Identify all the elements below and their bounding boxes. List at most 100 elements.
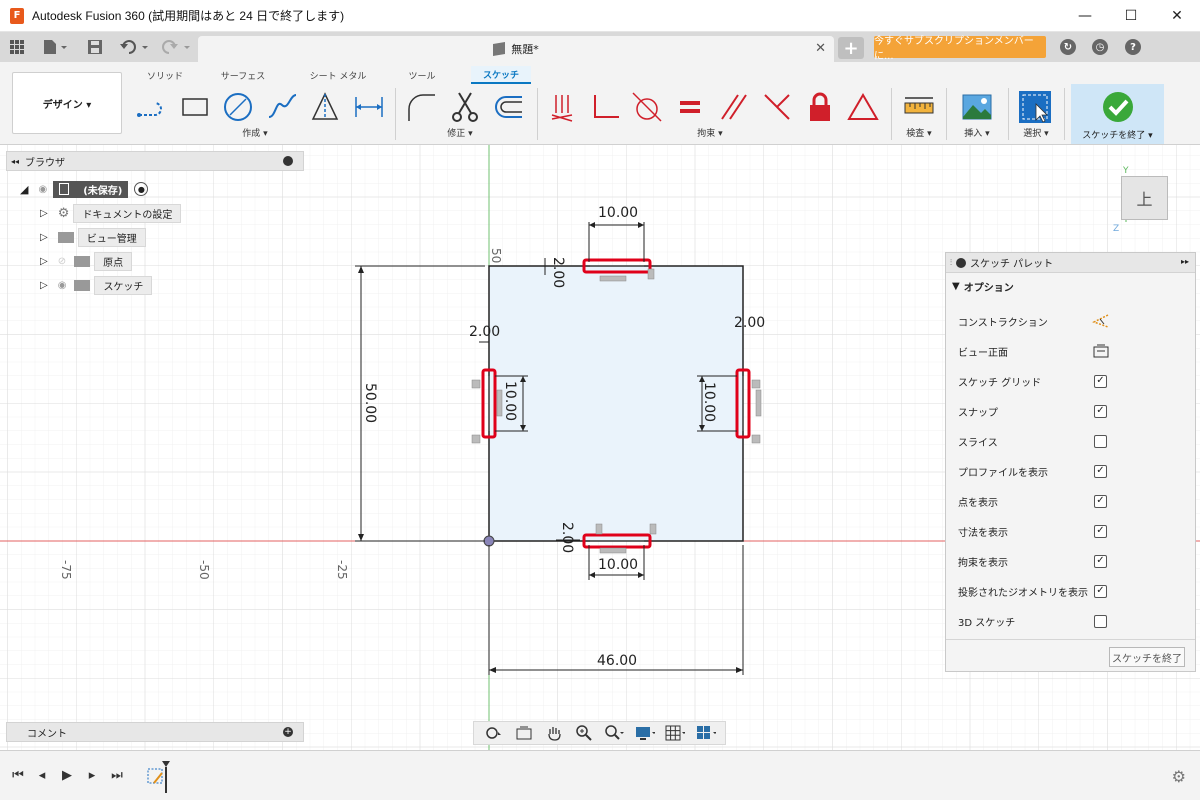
palette-row-show-profile[interactable]: プロファイルを表示 ✓ xyxy=(946,456,1195,486)
snap-checkbox[interactable]: ✓ xyxy=(1094,404,1107,418)
expand-triangle-icon[interactable]: ▷ xyxy=(40,208,48,219)
expand-triangle-icon[interactable]: ▷ xyxy=(40,232,48,243)
sketch-palette-header[interactable]: ⫶ スケッチ パレット ▸▸ xyxy=(946,253,1195,273)
add-comment-icon[interactable]: + xyxy=(283,727,293,737)
close-window-button[interactable]: ✕ xyxy=(1154,0,1200,32)
browser-item-origin[interactable]: ▷ ⊘ 原点 xyxy=(40,251,133,271)
modify-group-label[interactable]: 修正 ▾ xyxy=(435,126,485,139)
polygon-mirror-tool-icon[interactable] xyxy=(308,90,342,124)
palette-row-look-at[interactable]: ビュー正面 xyxy=(946,336,1195,366)
go-to-start-icon[interactable]: ⏮ xyxy=(10,766,26,784)
step-forward-icon[interactable]: ▸ xyxy=(84,766,100,784)
show-points-checkbox[interactable]: ✓ xyxy=(1094,494,1107,508)
section-toggle-icon[interactable]: ▼ xyxy=(952,281,960,292)
tangent-constraint-icon[interactable] xyxy=(630,90,664,124)
tab-surface[interactable]: サーフェス xyxy=(214,66,272,84)
fix-lock-icon[interactable] xyxy=(803,90,837,124)
look-at-icon[interactable] xyxy=(1092,343,1110,359)
root-component-chip[interactable]: (未保存) xyxy=(53,180,129,198)
rectangle-tool-icon[interactable] xyxy=(178,90,212,124)
step-back-icon[interactable]: ◂ xyxy=(34,766,50,784)
constraints-group-label[interactable]: 拘束 ▾ xyxy=(680,126,740,139)
visibility-eye-icon[interactable]: ◉ xyxy=(38,184,47,195)
insert-image-icon[interactable] xyxy=(960,90,994,124)
job-status-icon[interactable]: ↻ xyxy=(1060,39,1076,55)
palette-row-3d-sketch[interactable]: 3D スケッチ xyxy=(946,606,1195,636)
sketch-grid-checkbox[interactable]: ✓ xyxy=(1094,374,1107,388)
palette-minus-icon[interactable] xyxy=(956,257,966,268)
data-panel-grid-icon[interactable] xyxy=(8,38,26,56)
display-settings-icon[interactable] xyxy=(635,724,656,742)
show-profile-checkbox[interactable]: ✓ xyxy=(1094,464,1107,478)
options-section-header[interactable]: ▼ オプション xyxy=(946,273,1195,299)
save-icon[interactable] xyxy=(86,38,104,56)
subscribe-button[interactable]: 今すぐサブスクリプションメンバーに... xyxy=(874,36,1046,62)
maximize-button[interactable]: ☐ xyxy=(1108,0,1154,32)
equal-constraint-icon[interactable] xyxy=(673,90,707,124)
line-tool-icon[interactable] xyxy=(134,90,168,124)
finish-sketch-button[interactable]: スケッチを終了 ▾ xyxy=(1071,84,1164,144)
sketch-dimension-tool-icon[interactable] xyxy=(352,90,386,124)
palette-row-snap[interactable]: スナップ ✓ xyxy=(946,396,1195,426)
tab-tools[interactable]: ツール xyxy=(398,66,446,84)
trim-scissors-icon[interactable] xyxy=(448,90,482,124)
zoom-icon[interactable] xyxy=(574,724,594,742)
inspect-group-label[interactable]: 検査 ▾ xyxy=(898,126,940,139)
show-dimensions-checkbox[interactable]: ✓ xyxy=(1094,524,1107,538)
browser-item-sketches[interactable]: ▷ ◉ スケッチ xyxy=(40,275,153,295)
undo-icon[interactable] xyxy=(118,38,152,56)
go-to-end-icon[interactable]: ⏭ xyxy=(109,766,125,784)
browser-minus-icon[interactable] xyxy=(283,156,293,166)
hidden-eye-icon[interactable]: ⊘ xyxy=(58,256,66,267)
play-icon[interactable]: ▶ xyxy=(59,766,75,784)
circle-tool-icon[interactable] xyxy=(221,90,255,124)
expand-triangle-icon[interactable]: ▷ xyxy=(40,280,48,291)
timeline-sketch-feature-icon[interactable] xyxy=(144,759,174,793)
tab-close-button[interactable]: ✕ xyxy=(815,41,826,56)
grid-settings-icon[interactable] xyxy=(665,724,686,742)
viewports-icon[interactable] xyxy=(696,724,716,742)
palette-row-sketch-grid[interactable]: スケッチ グリッド ✓ xyxy=(946,366,1195,396)
select-tool-icon[interactable] xyxy=(1018,90,1052,124)
file-menu-icon[interactable] xyxy=(40,38,70,56)
palette-collapse-icon[interactable]: ⫶ xyxy=(950,258,952,268)
orbit-icon[interactable] xyxy=(483,724,503,742)
timeline-settings-gear-icon[interactable]: ⚙ xyxy=(1172,767,1186,786)
palette-row-show-projected[interactable]: 投影されたジオメトリを表示 ✓ xyxy=(946,576,1195,606)
slice-checkbox[interactable] xyxy=(1094,434,1107,448)
new-tab-button[interactable]: + xyxy=(838,37,864,59)
palette-row-show-points[interactable]: 点を表示 ✓ xyxy=(946,486,1195,516)
document-tab[interactable]: 無題* ✕ xyxy=(198,36,834,62)
palette-finish-sketch-button[interactable]: スケッチを終了 xyxy=(1109,647,1185,667)
minimize-button[interactable]: — xyxy=(1062,0,1108,32)
view-cube[interactable]: 上 xyxy=(1121,176,1168,220)
collapse-browser-icon[interactable]: ◂◂ xyxy=(11,157,19,166)
workspace-switcher-button[interactable]: デザイン ▾ xyxy=(12,72,122,134)
symmetry-constraint-icon[interactable] xyxy=(760,90,794,124)
history-clock-icon[interactable]: ◷ xyxy=(1092,39,1108,55)
tab-solid[interactable]: ソリッド xyxy=(140,66,190,84)
palette-row-show-dimensions[interactable]: 寸法を表示 ✓ xyxy=(946,516,1195,546)
show-constraints-checkbox[interactable]: ✓ xyxy=(1094,554,1107,568)
comments-panel-header[interactable]: コメント + xyxy=(6,722,304,742)
pan-hand-icon[interactable] xyxy=(544,724,564,742)
browser-panel-header[interactable]: ◂◂ ブラウザ xyxy=(6,151,304,171)
help-icon[interactable]: ? xyxy=(1125,39,1141,55)
offset-tool-icon[interactable] xyxy=(491,90,525,124)
expand-triangle-icon[interactable]: ▷ xyxy=(40,256,48,267)
browser-item-named-views[interactable]: ▷ ビュー管理 xyxy=(40,227,146,247)
palette-row-show-constraints[interactable]: 拘束を表示 ✓ xyxy=(946,546,1195,576)
palette-expand-icon[interactable]: ▸▸ xyxy=(1181,257,1189,266)
tab-sheet-metal[interactable]: シート メタル xyxy=(302,66,374,84)
browser-item-document-settings[interactable]: ▷ ⚙ ドキュメントの設定 xyxy=(40,203,182,223)
redo-icon[interactable] xyxy=(160,38,194,56)
3d-sketch-checkbox[interactable] xyxy=(1094,614,1107,628)
look-at-icon[interactable] xyxy=(514,724,534,742)
activate-radio-icon[interactable]: ● xyxy=(134,182,149,196)
palette-row-slice[interactable]: スライス xyxy=(946,426,1195,456)
create-group-label[interactable]: 作成 ▾ xyxy=(225,126,285,139)
tab-sketch[interactable]: スケッチ xyxy=(471,66,531,84)
parallel-constraint-icon[interactable] xyxy=(717,90,751,124)
palette-row-construction[interactable]: コンストラクション xyxy=(946,306,1195,336)
browser-root-item[interactable]: ◢ ◉ (未保存) ● xyxy=(20,180,149,198)
